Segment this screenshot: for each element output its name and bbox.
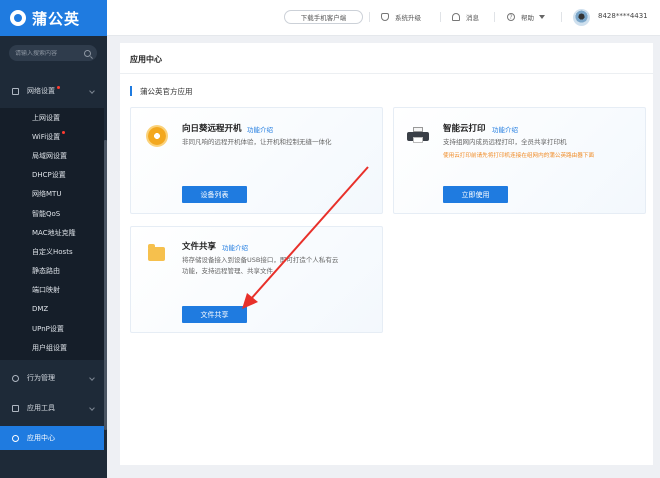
messages-button[interactable]: 消息 [452, 11, 479, 23]
sidebar-group-label: 应用工具 [27, 404, 55, 412]
feature-intro-link[interactable]: 功能介绍 [492, 124, 518, 134]
card-title: 文件共享 [182, 242, 217, 252]
feature-intro-link[interactable]: 功能介绍 [222, 242, 248, 252]
header-divider [369, 12, 370, 22]
app-card-cloud-print: 智能云打印 功能介绍 支持组网内成员远程打印，全员共享打印机 使用云打印前请先将… [393, 107, 646, 214]
device-list-button[interactable]: 设备列表 [182, 186, 247, 203]
chevron-down-icon [89, 375, 95, 381]
help-menu-button[interactable]: ? 帮助 [507, 11, 545, 23]
sunflower-icon [148, 127, 166, 145]
behavior-icon [12, 374, 19, 382]
sidebar-group-network-settings[interactable]: 网络设置 [0, 79, 104, 103]
logo-mark-icon [10, 10, 26, 26]
caret-down-icon [539, 15, 545, 19]
search-icon[interactable] [84, 49, 91, 57]
file-share-button[interactable]: 文件共享 [182, 306, 247, 323]
chevron-down-icon [89, 88, 95, 94]
folder-icon [148, 244, 165, 261]
header-divider [561, 12, 562, 22]
card-title: 向日葵远程开机 [182, 124, 242, 134]
notification-dot [62, 131, 66, 135]
upgrade-icon [381, 13, 389, 21]
use-now-button[interactable]: 立即使用 [443, 186, 508, 203]
sidebar-group-label: 应用中心 [27, 434, 55, 442]
sidebar-item-static-route[interactable]: 静态路由 [0, 262, 104, 281]
avatar[interactable] [573, 9, 590, 26]
sidebar-search [9, 45, 97, 61]
card-description: 将存储设备接入到设备USB接口，即可打造个人私有云 [182, 256, 339, 264]
sidebar: 蒲公英 网络设置 上网设置 WiFi设置 局域网设置 DHCP设置 网络MTU … [0, 0, 107, 478]
sidebar-group-label: 网络设置 [27, 87, 55, 95]
app-center-icon [12, 434, 19, 442]
sidebar-group-app-tools[interactable]: 应用工具 [0, 396, 104, 420]
header-divider [494, 12, 495, 22]
printer-icon [407, 127, 429, 143]
main-content: 应用中心 蒲公英官方应用 向日葵远程开机 功能介绍 非同凡响的远程开机体验，让开… [120, 43, 653, 465]
sidebar-item-custom-hosts[interactable]: 自定义Hosts [0, 242, 104, 261]
notification-dot [57, 85, 60, 89]
sidebar-item-lan-settings[interactable]: 局域网设置 [0, 146, 104, 165]
network-settings-submenu: 上网设置 WiFi设置 局域网设置 DHCP设置 网络MTU 智能QoS MAC… [0, 108, 104, 360]
sidebar-group-label: 行为管理 [27, 374, 55, 382]
sidebar-scrollbar[interactable] [104, 140, 107, 430]
account-id[interactable]: 8428****4431 [598, 12, 648, 20]
sidebar-item-upnp-settings[interactable]: UPnP设置 [0, 319, 104, 338]
card-description: 非同凡响的远程开机体验，让开机和控制无缝一体化 [182, 138, 332, 146]
feature-intro-link[interactable]: 功能介绍 [247, 124, 273, 134]
tools-icon [12, 404, 19, 412]
sidebar-item-mac-clone[interactable]: MAC地址克隆 [0, 223, 104, 242]
sidebar-item-smart-qos[interactable]: 智能QoS [0, 204, 104, 223]
logo[interactable]: 蒲公英 [0, 0, 107, 36]
section-title: 蒲公英官方应用 [140, 87, 193, 96]
sidebar-item-port-mapping[interactable]: 端口映射 [0, 281, 104, 300]
card-title: 智能云打印 [443, 124, 486, 134]
sidebar-item-dhcp-settings[interactable]: DHCP设置 [0, 166, 104, 185]
sidebar-item-internet-settings[interactable]: 上网设置 [0, 108, 104, 127]
sidebar-item-wifi-settings[interactable]: WiFi设置 [0, 127, 104, 146]
card-description: 支持组网内成员远程打印，全员共享打印机 [443, 138, 567, 146]
help-icon: ? [507, 13, 515, 21]
sidebar-item-network-mtu[interactable]: 网络MTU [0, 185, 104, 204]
system-upgrade-button[interactable]: 系统升级 [381, 11, 421, 23]
sidebar-item-dmz[interactable]: DMZ [0, 300, 104, 319]
top-header: 下载手机客户端 系统升级 消息 ? 帮助 8428****4431 [107, 0, 660, 36]
logo-text: 蒲公英 [32, 9, 81, 28]
app-card-remote-boot: 向日葵远程开机 功能介绍 非同凡响的远程开机体验，让开机和控制无缝一体化 设备列… [130, 107, 383, 214]
chevron-down-icon [89, 405, 95, 411]
sidebar-group-behavior-management[interactable]: 行为管理 [0, 366, 104, 390]
section-marker [130, 86, 132, 96]
card-description: 功能，支持远程管理、共享文件 [182, 267, 273, 275]
network-settings-icon [12, 87, 19, 95]
card-warning: 使用云打印前请先将打印机连接在组网内的蒲公英路由器下面 [443, 153, 595, 159]
sidebar-group-app-center[interactable]: 应用中心 [0, 426, 104, 450]
search-input[interactable] [15, 49, 81, 57]
divider [120, 73, 653, 74]
download-app-button[interactable]: 下载手机客户端 [284, 10, 363, 24]
page-title: 应用中心 [130, 55, 162, 64]
app-card-file-share: 文件共享 功能介绍 将存储设备接入到设备USB接口，即可打造个人私有云 功能，支… [130, 226, 383, 333]
bell-icon [452, 13, 460, 21]
header-divider [440, 12, 441, 22]
sidebar-item-user-group-settings[interactable]: 用户组设置 [0, 338, 104, 357]
